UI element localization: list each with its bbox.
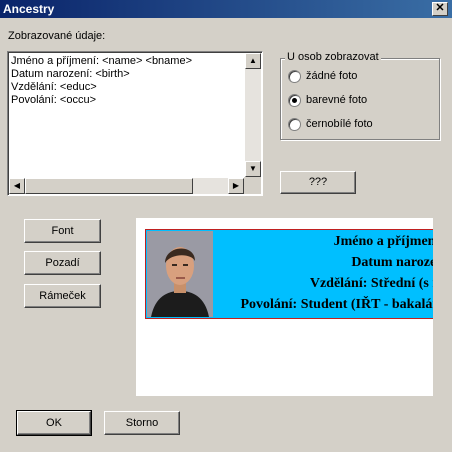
field-line: Datum narození: <birth> xyxy=(11,68,130,80)
radio-bw-photo[interactable] xyxy=(288,118,301,131)
fields-label: Zobrazované údaje: xyxy=(8,30,106,42)
field-line: Vzdělání: <educ> xyxy=(11,81,97,93)
radio-label-bw-photo: černobílé foto xyxy=(306,118,373,130)
field-line: Jméno a příjmení: <name> <bname> xyxy=(11,55,192,67)
preview-area: Jméno a příjmení: Datum narozen Vzdělání… xyxy=(136,218,433,396)
field-line: Povolání: <occu> xyxy=(11,94,97,106)
scroll-down-icon[interactable]: ▼ xyxy=(245,161,261,177)
horizontal-scrollbar[interactable]: ◀ ▶ xyxy=(9,178,244,194)
close-icon[interactable]: ✕ xyxy=(432,2,448,16)
radio-label-no-photo: žádné foto xyxy=(306,70,358,82)
preview-line-birth: Datum narozen xyxy=(351,255,433,270)
frame-button[interactable]: Rámeček xyxy=(24,284,101,308)
font-button[interactable]: Font xyxy=(24,219,101,243)
more-button[interactable]: ??? xyxy=(280,171,356,194)
preview-line-occupation: Povolání: Student (IŘT - bakalářs xyxy=(240,297,433,312)
vertical-scrollbar[interactable]: ▲ ▼ xyxy=(245,53,261,177)
window-title: Ancestry xyxy=(3,2,55,16)
radio-color-photo[interactable] xyxy=(288,94,301,107)
preview-line-name: Jméno a příjmení: xyxy=(333,234,433,249)
ok-button[interactable]: OK xyxy=(16,410,92,436)
photo-group-title: U osob zobrazovat xyxy=(285,51,381,63)
horizontal-scroll-thumb[interactable] xyxy=(25,178,193,194)
scroll-right-icon[interactable]: ▶ xyxy=(228,178,244,194)
radio-label-color-photo: barevné foto xyxy=(306,94,368,106)
scroll-left-icon[interactable]: ◀ xyxy=(9,178,25,194)
radio-no-photo[interactable] xyxy=(288,70,301,83)
person-photo xyxy=(147,231,213,317)
fields-textarea[interactable]: Jméno a příjmení: <name> <bname> Datum n… xyxy=(7,51,263,196)
cancel-button[interactable]: Storno xyxy=(104,411,180,435)
preview-line-education: Vzdělání: Střední (s m xyxy=(309,276,433,291)
person-card: Jméno a příjmení: Datum narozen Vzdělání… xyxy=(145,229,433,319)
scroll-corner xyxy=(244,177,261,194)
background-button[interactable]: Pozadí xyxy=(24,251,101,275)
title-bar: Ancestry ✕ xyxy=(0,0,452,18)
scroll-up-icon[interactable]: ▲ xyxy=(245,53,261,69)
